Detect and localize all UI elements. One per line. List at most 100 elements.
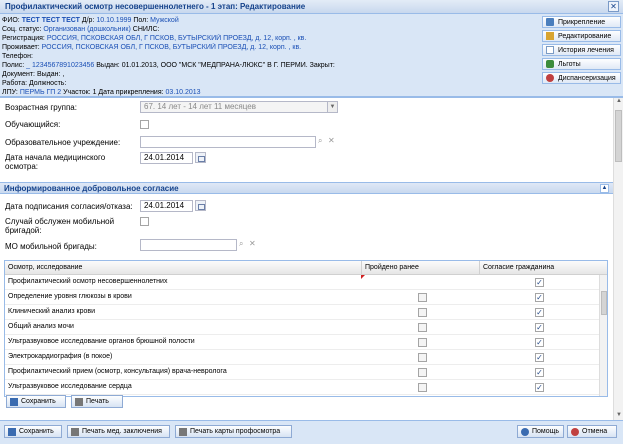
cancel-icon xyxy=(571,427,579,436)
mobile-team-label-1: Случай обслужен мобильной xyxy=(5,217,115,226)
age-group-label: Возрастная группа: xyxy=(5,103,77,112)
print-med-conclusion-button[interactable]: Печать мед. заключения xyxy=(67,425,170,438)
print-card-button[interactable]: Печать карты профосмотра xyxy=(175,425,292,438)
exam-name: Общий анализ мочи xyxy=(8,323,74,330)
table-row[interactable]: Электрокардиография (в покое) ✓ xyxy=(5,350,599,365)
table-row[interactable]: Профилактический прием (осмотр, консульт… xyxy=(5,365,599,380)
patient-phone: Телефон: xyxy=(2,53,33,60)
close-icon[interactable]: ✕ xyxy=(608,1,619,12)
chevron-down-icon[interactable]: ▼ xyxy=(327,102,337,112)
patient-live-line: Проживает: РОССИЯ, ПСКОВСКАЯ ОБЛ, Г ПСКО… xyxy=(2,44,302,51)
consent-checkbox[interactable]: ✓ xyxy=(535,308,544,317)
mobile-mo-input[interactable] xyxy=(140,239,237,251)
form-scrollbar[interactable]: ▲ ▼ xyxy=(613,98,623,420)
print-icon xyxy=(71,427,79,436)
edu-institution-input[interactable] xyxy=(140,136,316,148)
patient-soc-status: Организован (дошкольник) xyxy=(43,26,131,33)
table-row[interactable]: Определение уровня глюкозы в крови ✓ xyxy=(5,290,599,305)
dispensary-button[interactable]: Диспансеризация xyxy=(542,72,621,84)
mobile-team-checkbox[interactable] xyxy=(140,217,149,226)
consent-section-header[interactable]: Информированное добровольное согласие ▲ xyxy=(0,182,613,194)
column-header-exam[interactable]: Осмотр, исследование xyxy=(8,264,82,271)
save-button[interactable]: Сохранить xyxy=(6,395,66,408)
column-header-consent[interactable]: Согласие гражданина xyxy=(483,264,554,271)
patient-residence: РОССИЯ, ПСКОВСКАЯ ОБЛ, Г ПСКОВ, БУТЫРСКИ… xyxy=(41,44,302,51)
column-header-done[interactable]: Пройдено ранее xyxy=(365,264,419,271)
exam-name: Определение уровня глюкозы в крови xyxy=(8,293,132,300)
table-row[interactable]: Общий анализ мочи ✓ xyxy=(5,320,599,335)
edu-institution-label: Образовательное учреждение: xyxy=(5,138,121,147)
consent-checkbox[interactable]: ✓ xyxy=(535,323,544,332)
attach-button[interactable]: Прикрепление xyxy=(542,16,621,28)
edit-icon xyxy=(546,32,554,40)
consent-date-input[interactable]: 24.01.2014 xyxy=(140,200,193,212)
consent-checkbox[interactable]: ✓ xyxy=(535,293,544,302)
age-group-select[interactable]: 67. 14 лет - 14 лет 11 месяцев ▼ xyxy=(140,101,338,113)
consent-checkbox[interactable]: ✓ xyxy=(535,278,544,287)
clear-icon[interactable]: ✕ xyxy=(328,136,335,145)
window-title: Профилактический осмотр несовершеннолетн… xyxy=(5,2,306,11)
table-row[interactable]: Клинический анализ крови ✓ xyxy=(5,305,599,320)
done-before-checkbox[interactable] xyxy=(418,353,427,362)
mobile-mo-label: МО мобильной бригады: xyxy=(5,242,97,251)
done-before-checkbox[interactable] xyxy=(418,383,427,392)
print-button[interactable]: Печать xyxy=(71,395,123,408)
patient-info-panel: ФИО: ТЕСТ ТЕСТ ТЕСТ Д/р: 10.10.1999 Пол:… xyxy=(0,14,540,96)
search-icon[interactable]: ⌕ xyxy=(318,136,322,146)
footer-toolbar: Сохранить Печать мед. заключения Печать … xyxy=(0,421,623,444)
consent-checkbox[interactable]: ✓ xyxy=(535,383,544,392)
save-icon xyxy=(10,397,18,406)
table-row[interactable]: Ультразвуковое исследование органов брюш… xyxy=(5,335,599,350)
scroll-down-icon[interactable]: ▼ xyxy=(615,412,623,420)
benefits-button[interactable]: Льготы xyxy=(542,58,621,70)
print-icon xyxy=(179,427,187,436)
window-titlebar: Профилактический осмотр несовершеннолетн… xyxy=(0,0,623,14)
form-body: Возрастная группа: 67. 14 лет - 14 лет 1… xyxy=(0,98,613,420)
print-icon xyxy=(75,397,83,406)
done-before-checkbox[interactable] xyxy=(418,308,427,317)
help-button[interactable]: Помощь xyxy=(517,425,564,438)
done-before-checkbox[interactable] xyxy=(418,338,427,347)
start-date-label-2: осмотра: xyxy=(5,162,39,171)
consent-date-label: Дата подписания согласия/отказа: xyxy=(5,202,133,211)
consent-checkbox[interactable]: ✓ xyxy=(535,368,544,377)
grid-scroll-thumb[interactable] xyxy=(601,291,607,315)
table-row[interactable]: Профилактический осмотр несовершеннолетн… xyxy=(5,275,599,290)
patient-fio[interactable]: ТЕСТ ТЕСТ ТЕСТ xyxy=(22,17,80,24)
start-date-input[interactable]: 24.01.2014 xyxy=(140,152,193,164)
attach-icon xyxy=(546,18,554,26)
scroll-up-icon[interactable]: ▲ xyxy=(615,98,623,106)
form-scroll-thumb[interactable] xyxy=(615,110,622,162)
done-before-checkbox[interactable] xyxy=(418,323,427,332)
patient-fio-line: ФИО: ТЕСТ ТЕСТ ТЕСТ Д/р: 10.10.1999 Пол:… xyxy=(2,17,179,24)
table-row[interactable]: Ультразвуковое исследование сердца ✓ xyxy=(5,380,599,395)
exam-name: Электрокардиография (в покое) xyxy=(8,353,113,360)
search-icon[interactable]: ⌕ xyxy=(239,239,243,249)
exams-grid: Осмотр, исследование Пройдено ранее Согл… xyxy=(4,260,608,397)
collapse-icon[interactable]: ▲ xyxy=(600,184,609,193)
grid-scrollbar[interactable] xyxy=(599,275,607,396)
exam-name: Ультразвуковое исследование органов брюш… xyxy=(8,338,195,345)
benefits-icon xyxy=(546,60,554,68)
student-checkbox[interactable] xyxy=(140,120,149,129)
cancel-button[interactable]: Отмена xyxy=(567,425,617,438)
clear-icon[interactable]: ✕ xyxy=(249,239,256,248)
done-before-checkbox[interactable] xyxy=(418,293,427,302)
consent-checkbox[interactable]: ✓ xyxy=(535,338,544,347)
save-icon xyxy=(8,427,16,436)
exam-name: Клинический анализ крови xyxy=(8,308,95,315)
student-label: Обучающийся: xyxy=(5,120,61,129)
exam-name: Ультразвуковое исследование сердца xyxy=(8,383,132,390)
patient-polis-number: _ 1234567891023456 xyxy=(26,62,95,69)
patient-registration: РОССИЯ, ПСКОВСКАЯ ОБЛ, Г ПСКОВ, БУТЫРСКИ… xyxy=(46,35,307,42)
done-before-checkbox[interactable] xyxy=(418,368,427,377)
consent-checkbox[interactable]: ✓ xyxy=(535,353,544,362)
edit-button[interactable]: Редактирование xyxy=(542,30,621,42)
history-button[interactable]: История лечения xyxy=(542,44,621,56)
consent-section-title: Информированное добровольное согласие xyxy=(4,184,179,193)
footer-save-button[interactable]: Сохранить xyxy=(4,425,62,438)
patient-sex: Мужской xyxy=(150,17,179,24)
exam-name: Профилактический осмотр несовершеннолетн… xyxy=(8,278,168,285)
calendar-icon[interactable] xyxy=(195,200,206,211)
calendar-icon[interactable] xyxy=(195,152,206,163)
